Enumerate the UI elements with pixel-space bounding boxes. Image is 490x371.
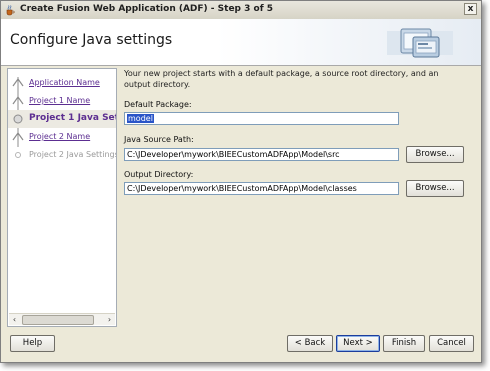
step-project-2-name[interactable]: Project 2 Name [8,128,116,146]
description-text: Your new project starts with a default p… [124,69,439,89]
wizard-graphic-icon [387,28,453,58]
step-label[interactable]: Project 1 Name [29,96,90,105]
step-application-name[interactable]: Application Name [8,74,116,92]
window-title: Create Fusion Web Application (ADF) - St… [20,4,274,14]
browse-output-button[interactable]: Browse... [406,180,464,197]
default-package-label: Default Package: [124,100,192,109]
default-package-input[interactable]: model [124,112,399,125]
selected-text: model [127,114,154,123]
step-label: Project 2 Java Settings [29,150,117,159]
help-button[interactable]: Help [10,335,55,352]
output-directory-input[interactable]: C:\JDeveloper\mywork\BIEECustomADFApp\Mo… [124,182,399,195]
step-label[interactable]: Application Name [29,78,100,87]
steps-horizontal-scrollbar[interactable]: ‹ › [9,313,115,325]
step-project-1-java-settings[interactable]: Project 1 Java Settin [8,110,116,128]
step-label[interactable]: Project 2 Name [29,132,90,141]
step-project-1-name[interactable]: Project 1 Name [8,92,116,110]
steps-panel: Application Name Project 1 Name Project … [7,68,117,327]
title-bar[interactable]: Create Fusion Web Application (ADF) - St… [1,1,481,20]
completed-step-icon [12,95,24,105]
scroll-thumb[interactable] [22,315,94,325]
back-button[interactable]: < Back [287,335,333,352]
current-step-icon [13,114,23,124]
next-button[interactable]: Next > [336,335,380,352]
cancel-button[interactable]: Cancel [429,335,474,352]
wizard-window: Create Fusion Web Application (ADF) - St… [0,0,482,363]
page-title: Configure Java settings [10,32,173,48]
step-project-2-java-settings: Project 2 Java Settings [8,146,117,164]
completed-step-icon [12,77,24,87]
browse-source-button[interactable]: Browse... [406,146,464,163]
output-directory-label: Output Directory: [124,170,194,179]
finish-button[interactable]: Finish [383,335,425,352]
wizard-header: Configure Java settings [1,19,481,66]
java-source-path-label: Java Source Path: [124,135,194,144]
scroll-right-icon[interactable]: › [104,314,115,325]
close-button[interactable]: x [464,3,477,15]
java-source-path-input[interactable]: C:\JDeveloper\mywork\BIEECustomADFApp\Mo… [124,148,399,161]
pending-step-icon [12,131,24,141]
scroll-left-icon[interactable]: ‹ [9,314,20,325]
disabled-step-icon [15,152,21,158]
step-label: Project 1 Java Settin [29,113,116,123]
java-cup-icon [6,5,15,16]
